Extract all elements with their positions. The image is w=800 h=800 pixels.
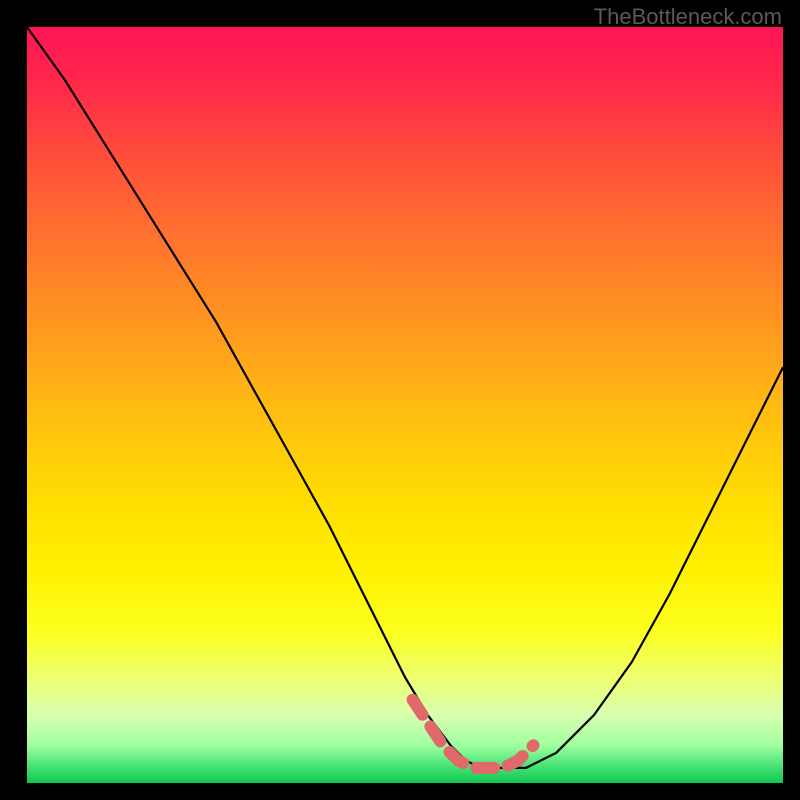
bottleneck-curve <box>27 27 783 768</box>
chart-plot-area <box>27 27 783 783</box>
chart-svg <box>27 27 783 783</box>
optimal-range-marker <box>413 700 534 768</box>
watermark-text: TheBottleneck.com <box>594 4 782 30</box>
